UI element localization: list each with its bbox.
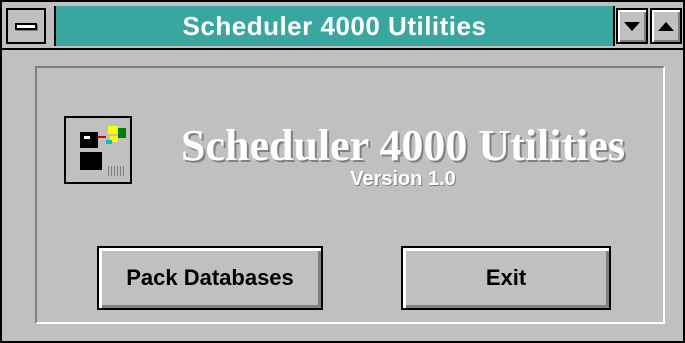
- scheduler-app-icon: [64, 116, 132, 184]
- maximize-button[interactable]: [650, 8, 682, 44]
- minimize-button[interactable]: [616, 8, 648, 44]
- control-menu-bar: [15, 22, 37, 30]
- minimize-triangle-icon: [624, 21, 640, 31]
- title-bar[interactable]: Scheduler 4000 Utilities: [2, 2, 683, 50]
- app-heading: Scheduler 4000 Utilities: [180, 121, 626, 170]
- exit-button[interactable]: Exit: [401, 246, 611, 310]
- maximize-triangle-icon: [658, 21, 674, 31]
- main-window: Scheduler 4000 Utilities Scheduler 4000 …: [0, 0, 685, 343]
- version-label: Version 1.0: [350, 168, 456, 190]
- pack-databases-button[interactable]: Pack Databases: [97, 246, 323, 310]
- window-title: Scheduler 4000 Utilities: [182, 10, 487, 41]
- title-area[interactable]: Scheduler 4000 Utilities: [54, 6, 615, 46]
- control-menu-icon[interactable]: [6, 8, 46, 44]
